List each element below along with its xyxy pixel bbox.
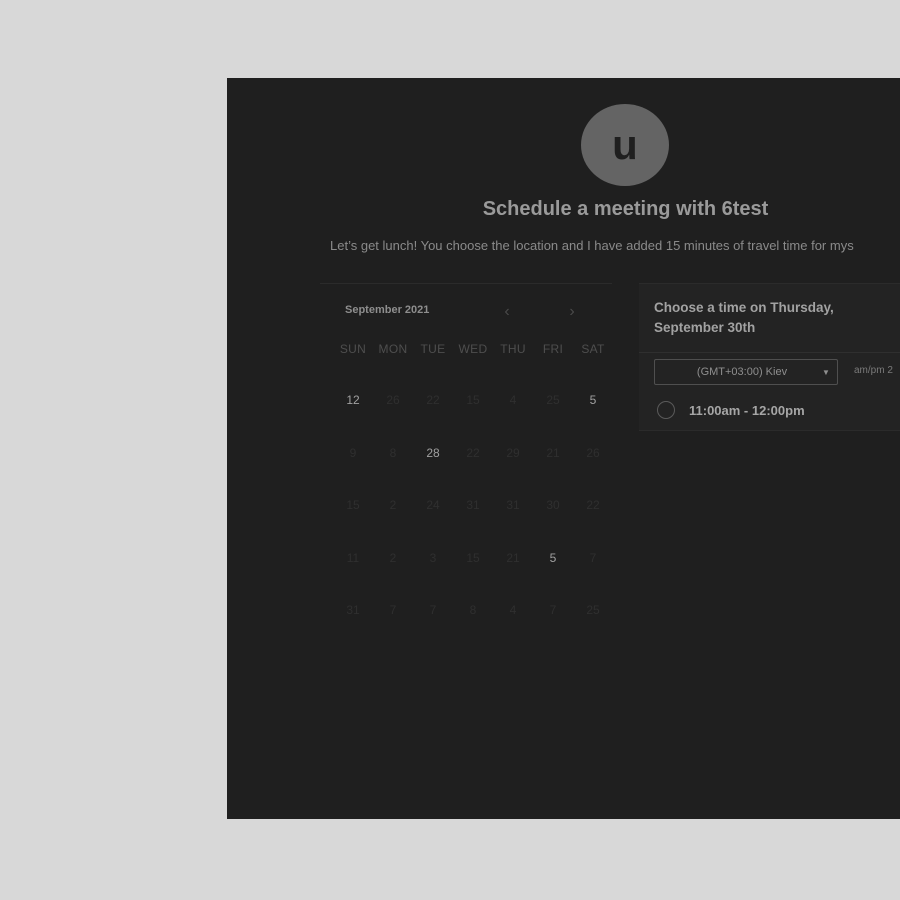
calendar-day: 9 — [349, 445, 357, 460]
calendar-day: 4 — [509, 603, 517, 618]
calendar-day: 7 — [589, 550, 597, 565]
chevron-right-icon[interactable]: › — [562, 302, 582, 322]
calendar-day-available[interactable]: 5 — [573, 374, 613, 427]
calendar-day-available[interactable]: 5 — [533, 532, 573, 585]
time-picker-heading-line2: September 30th — [654, 320, 756, 335]
calendar-day: 4 — [509, 393, 517, 408]
calendar-day: 24 — [426, 498, 440, 513]
time-slot[interactable]: 11:00am - 12:00pm — [657, 401, 805, 419]
calendar: September 2021 ‹ › SUN MON TUE WED THU F… — [320, 283, 612, 644]
calendar-day: 31 — [466, 498, 480, 513]
page-title: Schedule a meeting with 6test — [482, 198, 769, 220]
calendar-day: 3 — [429, 550, 437, 565]
calendar-day-available[interactable]: 28 — [413, 427, 453, 480]
avatar: u — [581, 104, 669, 186]
calendar-day: 22 — [426, 393, 440, 408]
calendar-day: 30 — [546, 498, 560, 513]
time-slot-label: 11:00am - 12:00pm — [689, 402, 805, 418]
calendar-day: 15 — [466, 550, 480, 565]
weekday-label: WED — [458, 342, 488, 356]
weekday-label: THU — [500, 342, 526, 356]
divider — [639, 352, 900, 353]
calendar-day: 26 — [586, 445, 600, 460]
calendar-day: 11 — [346, 550, 360, 565]
calendar-day: 2 — [389, 550, 397, 565]
timezone-value: (GMT+03:00) Kiev — [696, 366, 788, 378]
calendar-day: 31 — [506, 498, 520, 513]
calendar-day: 31 — [346, 603, 360, 618]
booking-panel: u Schedule a meeting with 6test Let’s ge… — [227, 78, 900, 819]
calendar-day: 7 — [389, 603, 397, 618]
divider — [639, 430, 900, 431]
calendar-day: 22 — [466, 445, 480, 460]
calendar-month-label: September 2021 — [345, 304, 430, 316]
calendar-day: 8 — [389, 445, 397, 460]
weekday-label: MON — [378, 342, 408, 356]
calendar-day: 25 — [586, 603, 600, 618]
calendar-day-available[interactable]: 12 — [333, 374, 373, 427]
weekday-label: TUE — [420, 342, 446, 356]
time-format-toggle[interactable]: am/pm 2 — [854, 365, 893, 376]
calendar-day: 7 — [429, 603, 437, 618]
timezone-select[interactable]: (GMT+03:00) Kiev ▼ — [654, 359, 838, 385]
weekday-label: SUN — [339, 342, 367, 356]
weekday-header: SUN MON TUE WED THU FRI SAT — [333, 342, 613, 356]
calendar-day: 2 — [389, 498, 397, 513]
chevron-left-icon[interactable]: ‹ — [497, 302, 517, 322]
calendar-day-grid: 12 26 22 15 4 25 5 9 8 28 22 29 21 26 15 2 24 31 31 30 22 11 2… — [333, 374, 613, 637]
time-picker-heading-line1: Choose a time on Thursday, — [654, 300, 834, 315]
caret-down-icon: ▼ — [822, 367, 830, 377]
time-picker: Choose a time on Thursday, September 30t… — [639, 283, 900, 431]
calendar-day: 21 — [546, 445, 560, 460]
calendar-day: 26 — [386, 393, 400, 408]
calendar-day: 25 — [546, 393, 560, 408]
calendar-day: 21 — [506, 550, 520, 565]
calendar-day: 29 — [506, 445, 520, 460]
calendar-day: 15 — [466, 393, 480, 408]
calendar-day: 7 — [549, 603, 557, 618]
calendar-day: 22 — [586, 498, 600, 513]
calendar-day: 8 — [469, 603, 477, 618]
weekday-label: FRI — [542, 342, 564, 356]
calendar-day: 15 — [346, 498, 360, 513]
weekday-label: SAT — [581, 342, 605, 356]
radio-button[interactable] — [657, 401, 675, 419]
time-picker-heading: Choose a time on Thursday, September 30t… — [654, 298, 834, 338]
meeting-description: Let’s get lunch! You choose the location… — [330, 238, 854, 253]
